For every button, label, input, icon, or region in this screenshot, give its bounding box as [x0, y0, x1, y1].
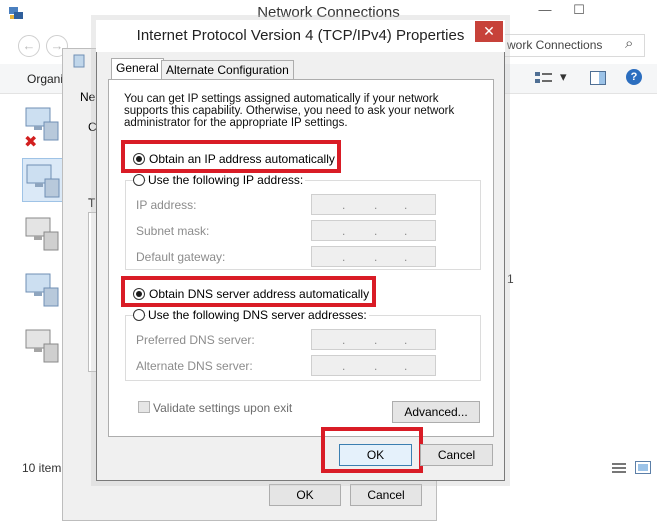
search-icon[interactable]: ⌕ — [625, 35, 633, 52]
subnet-mask-label: Subnet mask: — [136, 224, 210, 238]
details-view-icon[interactable] — [612, 462, 626, 474]
partial-text: 1 — [507, 272, 514, 286]
advanced-button[interactable]: Advanced... — [392, 401, 480, 423]
network-adapter-icon[interactable] — [22, 326, 62, 366]
use-following-ip-label[interactable]: Use the following IP address: — [146, 173, 306, 187]
middle-cancel-button[interactable]: Cancel — [350, 484, 422, 506]
use-following-ip-radio[interactable] — [133, 174, 145, 186]
component-list-box[interactable] — [88, 212, 96, 372]
maximize-button[interactable]: ☐ — [562, 0, 596, 22]
partial-label: T — [88, 196, 96, 210]
validate-settings-label[interactable]: Validate settings upon exit — [153, 401, 292, 415]
default-gateway-field[interactable]: ... — [311, 246, 436, 267]
large-icons-view-icon[interactable] — [635, 461, 651, 474]
default-gateway-label: Default gateway: — [136, 250, 226, 264]
help-icon[interactable]: ? — [626, 69, 642, 85]
cancel-button[interactable]: Cancel — [420, 444, 493, 466]
subnet-mask-field[interactable]: ... — [311, 220, 436, 241]
preview-pane-icon[interactable] — [590, 71, 606, 85]
obtain-dns-auto-radio[interactable] — [133, 288, 145, 300]
status-item-count: 10 item — [22, 461, 62, 475]
back-button[interactable]: ← — [18, 35, 40, 57]
partial-tab-label: Ne — [80, 90, 96, 104]
tab-general[interactable]: General — [111, 58, 164, 80]
alternate-dns-field[interactable]: ... — [311, 355, 436, 376]
preferred-dns-field[interactable]: ... — [311, 329, 436, 350]
adapter-properties-icon — [72, 54, 86, 68]
use-following-dns-radio[interactable] — [133, 309, 145, 321]
view-options-icon[interactable] — [535, 71, 553, 85]
organize-menu[interactable]: Organi — [27, 72, 63, 86]
ip-address-field[interactable]: ... — [311, 194, 436, 215]
alternate-dns-label: Alternate DNS server: — [136, 359, 253, 373]
network-adapter-icon[interactable] — [22, 270, 62, 310]
dialog-title: Internet Protocol Version 4 (TCP/IPv4) P… — [136, 27, 465, 44]
ip-address-label: IP address: — [136, 198, 197, 212]
preferred-dns-label: Preferred DNS server: — [136, 333, 255, 347]
search-text: work Connections — [507, 38, 603, 52]
disconnected-x-icon: ✖ — [24, 134, 38, 151]
obtain-ip-auto-radio[interactable] — [133, 153, 145, 165]
dialog-description: You can get IP settings assigned automat… — [124, 93, 455, 129]
obtain-dns-auto-label[interactable]: Obtain DNS server address automatically — [149, 287, 369, 301]
use-following-dns-label[interactable]: Use the following DNS server addresses: — [146, 308, 369, 322]
network-adapter-icon[interactable] — [22, 158, 64, 202]
network-adapter-icon[interactable] — [22, 214, 62, 254]
validate-settings-checkbox[interactable] — [138, 401, 150, 413]
minimize-button[interactable]: — — [528, 0, 562, 22]
obtain-ip-auto-label[interactable]: Obtain an IP address automatically — [149, 152, 335, 166]
middle-ok-button[interactable]: OK — [269, 484, 341, 506]
view-dropdown-icon[interactable]: ▾ — [560, 69, 567, 85]
ok-button[interactable]: OK — [339, 444, 412, 466]
tab-alternate-configuration[interactable]: Alternate Configuration — [161, 60, 294, 80]
close-button[interactable]: ✕ — [475, 21, 503, 42]
